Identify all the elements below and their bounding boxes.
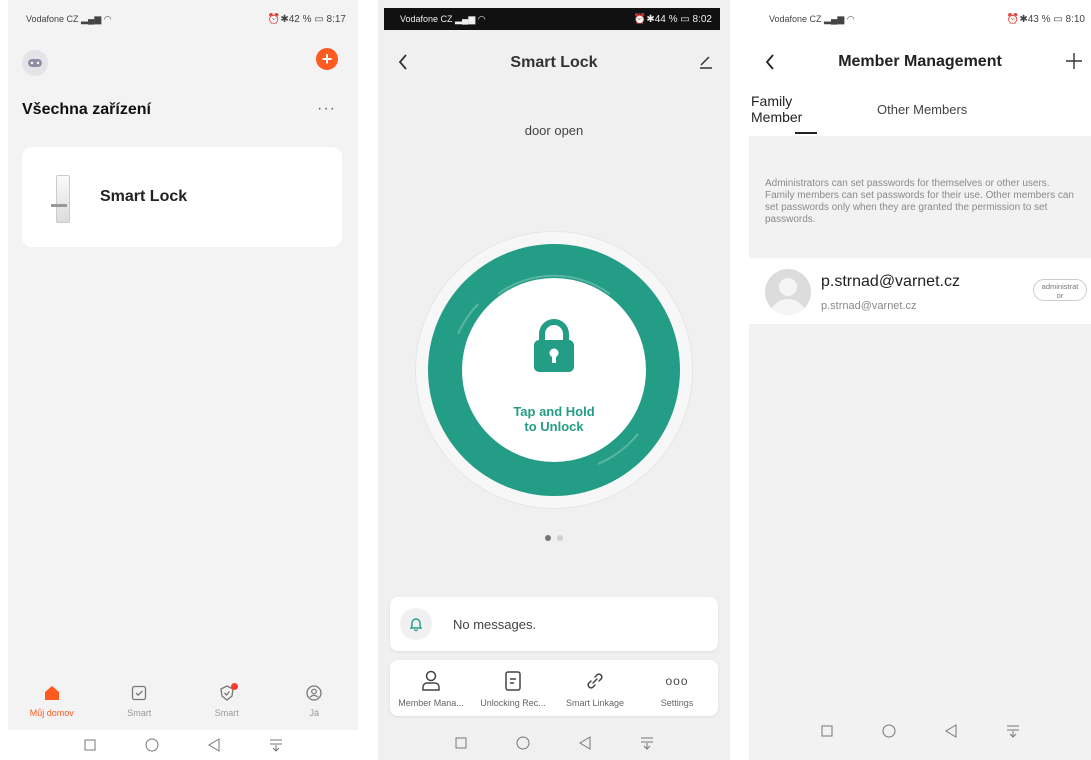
action-label: Member Mana... [398,698,464,708]
pencil-icon [700,56,712,69]
unlock-ring: Tap and Hold to Unlock [428,244,680,496]
carrier-label: Vodafone CZ ▂▄▆ ◠ [400,13,486,24]
tab-family-member[interactable]: Family Member [751,93,821,134]
add-member-button[interactable] [1063,50,1085,72]
member-name: p.strnad@varnet.cz [821,273,960,290]
member-email: p.strnad@varnet.cz [821,300,917,312]
avatar [765,269,811,315]
status-bar: Vodafone CZ ▂▄▆ ◠ ⏰✱43 % ▭ 8:10 [749,0,1091,38]
settings-button[interactable]: ooo Settings [636,660,718,716]
more-icon[interactable]: ··· [317,100,336,118]
carrier-label: Vodafone CZ ▂▄▆ ◠ [769,13,855,24]
recents-icon[interactable] [451,733,471,753]
checkbox-icon [96,682,184,704]
plus-icon [1066,53,1082,69]
system-nav-bar [8,730,358,760]
member-management-screen: Vodafone CZ ▂▄▆ ◠ ⏰✱43 % ▭ 8:10 Member M… [749,0,1091,760]
ellipsis-icon: ooo [665,674,689,688]
unlocking-records-button[interactable]: Unlocking Rec... [472,660,554,716]
notification-badge [230,683,238,690]
add-device-button[interactable]: + [316,48,338,70]
app-logo-icon[interactable] [22,50,48,76]
bell-icon [400,608,432,640]
info-panel: Administrators can set passwords for the… [749,136,1091,258]
dropdown-nav-icon[interactable] [1003,721,1023,741]
recents-icon[interactable] [80,735,100,755]
empty-list-area [749,324,1091,702]
page-title: Member Management [838,53,1002,70]
smart-lock-image [51,175,70,223]
page-dot [557,535,563,541]
status-right: ⏰✱42 % ▭ 8:17 [267,13,346,25]
tab-smart[interactable]: Smart [96,678,184,728]
tab-profile[interactable]: Já [271,678,359,728]
carrier-label: Vodafone CZ ▂▄▆ ◠ [26,13,112,24]
page-title: Smart Lock [510,54,598,71]
page-title: Všechna zařízení [22,101,151,118]
system-nav-bar [378,726,730,760]
page-indicator [378,535,730,541]
back-nav-icon[interactable] [575,733,595,753]
home-nav-icon[interactable] [513,733,533,753]
status-right: ⏰✱44 % ▭ 8:02 [633,13,712,25]
unlock-instruction: Tap and Hold to Unlock [513,404,595,434]
bottom-tab-bar: Můj domov Smart Smart Já [8,678,358,728]
back-nav-icon[interactable] [204,735,224,755]
unlock-dial: Tap and Hold to Unlock [416,232,692,508]
system-nav-bar [749,702,1091,760]
tab-label: Já [309,708,319,718]
smart-lock-screen: Vodafone CZ ▂▄▆ ◠ ⏰✱44 % ▭ 8:02 Smart Lo… [378,0,730,760]
person-icon [390,668,472,694]
action-label: Unlocking Rec... [480,698,546,708]
tab-other-members[interactable]: Other Members [877,102,967,118]
role-badge: administrat or [1033,279,1087,301]
tab-smart-2[interactable]: Smart [183,678,271,728]
shield-check-icon [183,682,271,704]
messages-text: No messages. [453,617,537,632]
tab-label: Smart [214,708,239,718]
door-state-label: door open [524,123,584,138]
home-icon [8,682,96,704]
edit-button[interactable] [696,52,716,72]
home-nav-icon[interactable] [142,735,162,755]
action-label: Smart Linkage [565,698,625,708]
dropdown-nav-icon[interactable] [266,735,286,755]
device-card-smart-lock[interactable]: Smart Lock [22,147,342,247]
action-bar: Member Mana... Unlocking Rec... Smart Li… [390,660,718,716]
action-label: Settings [660,698,694,708]
tab-home[interactable]: Můj domov [8,678,96,728]
list-item[interactable]: p.strnad@varnet.cz p.strnad@varnet.cz ad… [749,262,1091,322]
unlock-button[interactable]: Tap and Hold to Unlock [462,278,646,462]
smart-linkage-button[interactable]: Smart Linkage [554,660,636,716]
member-management-button[interactable]: Member Mana... [390,660,472,716]
back-nav-icon[interactable] [941,721,961,741]
dropdown-nav-icon[interactable] [637,733,657,753]
padlock-icon [534,319,574,372]
home-screen: Vodafone CZ ▂▄▆ ◠ ⏰✱42 % ▭ 8:17 + Všechn… [8,0,358,760]
permissions-info-text: Administrators can set passwords for the… [765,178,1074,225]
home-nav-icon[interactable] [879,721,899,741]
recents-icon[interactable] [817,721,837,741]
document-icon [472,668,554,694]
status-bar: Vodafone CZ ▂▄▆ ◠ ⏰✱44 % ▭ 8:02 [384,8,720,30]
link-icon [554,668,636,694]
member-tabs: Family Member Other Members [749,92,1091,136]
status-bar: Vodafone CZ ▂▄▆ ◠ ⏰✱42 % ▭ 8:17 [8,0,358,38]
device-name: Smart Lock [100,188,188,205]
tab-label: Smart [127,708,152,718]
tab-label: Můj domov [29,708,74,718]
status-right: ⏰✱43 % ▭ 8:10 [1006,13,1085,25]
profile-icon [271,682,359,704]
messages-card[interactable]: No messages. [390,597,718,651]
default-avatar-icon [770,278,806,315]
page-dot [545,535,551,541]
